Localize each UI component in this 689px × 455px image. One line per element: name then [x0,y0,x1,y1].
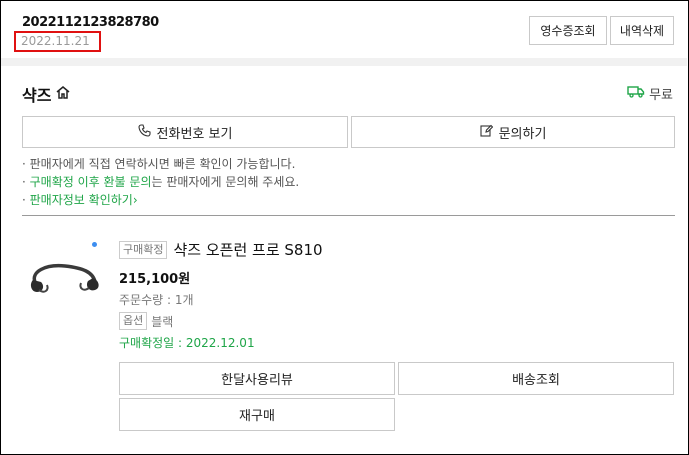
inquiry-label: 문의하기 [498,126,547,142]
section-divider [1,58,687,66]
note-contact-text: 판매자에게 직접 연락하시면 빠른 확인이 가능합니다. [29,157,296,171]
product-name-row: 구매확정 샥즈 오픈런 프로 S810 [119,239,323,260]
truck-icon [627,85,645,102]
shipping-fee: 무료 [649,88,673,103]
order-quantity: 주문수량 : 1개 [119,293,194,307]
store-header[interactable]: 샥즈 [22,82,71,106]
seller-notes: · 판매자에게 직접 연락하시면 빠른 확인이 가능합니다. · 구매확정 이후… [22,155,299,209]
store-name: 샥즈 [22,86,52,105]
note-refund: · 구매확정 이후 환불 문의는 판매자에게 문의해 주세요. [22,175,300,189]
phone-number-button[interactable]: 전화번호 보기 [22,116,348,148]
purchase-confirm-date: 구매확정일 : 2022.12.01 [119,336,255,350]
inquiry-button[interactable]: 문의하기 [351,116,675,148]
tracking-button[interactable]: 배송조회 [398,362,674,395]
receipt-button[interactable]: 영수증조회 [529,16,607,45]
status-badge: 구매확정 [119,240,168,259]
review-button[interactable]: 한달사용리뷰 [119,362,395,395]
product-image[interactable] [25,252,103,307]
rebuy-button[interactable]: 재구매 [119,398,395,431]
phone-icon [137,123,151,141]
delete-history-button[interactable]: 내역삭제 [610,16,674,45]
date-highlight-box [14,31,101,52]
chevron-right-icon: › [132,193,138,207]
product-indicator-dot [92,242,97,247]
product-price: 215,100원 [119,272,191,287]
phone-number-label: 전화번호 보기 [156,126,233,142]
seller-info-link[interactable]: 판매자정보 확인하기 [30,193,133,207]
edit-icon [480,124,493,141]
order-number: 2022112123828780 [22,15,159,30]
product-title[interactable]: 샥즈 오픈런 프로 S810 [173,239,322,260]
option-value: 블랙 [151,314,174,329]
home-icon [55,85,71,104]
refund-inquiry-link[interactable]: 구매확정 이후 환불 문의 [30,175,152,189]
option-badge: 옵션 [119,312,148,330]
note-refund-text: 는 판매자에게 문의해 주세요. [151,175,300,189]
content-divider [22,215,675,216]
shipping-info: 무료 [627,84,673,103]
product-option: 옵션 블랙 [119,312,173,330]
note-contact: · 판매자에게 직접 연락하시면 빠른 확인이 가능합니다. [22,157,296,171]
note-seller-info[interactable]: · 판매자정보 확인하기› [22,191,299,209]
